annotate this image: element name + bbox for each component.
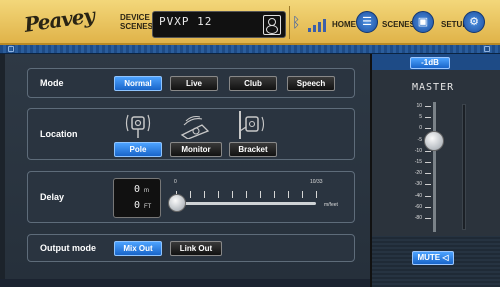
master-header: -1dB [372, 54, 500, 70]
master-fader-knob[interactable] [424, 131, 444, 151]
device-display[interactable]: PVXP 12 [152, 11, 286, 38]
device-scenes-label: DEVICE SCENES [120, 13, 153, 31]
master-scale-label: -20 [414, 170, 422, 177]
device-name: PVXP 12 [159, 15, 213, 28]
monitor-icon [180, 115, 210, 139]
speaker-icon [263, 15, 281, 35]
delay-section: Delay 0 m 0 FT 0 10/33 m/feet [27, 171, 355, 223]
location-pole-button[interactable]: Pole [114, 142, 162, 157]
mode-normal-button[interactable]: Normal [114, 76, 162, 91]
location-monitor-button[interactable]: Monitor [170, 142, 222, 157]
output-mode-section: Output mode Mix Out Link Out [27, 234, 355, 262]
home-icon[interactable]: ☰ [356, 11, 378, 33]
delay-tick [302, 191, 303, 198]
delay-tick [204, 191, 205, 198]
master-footer: MUTE ◁ [372, 236, 500, 287]
signal-strength-icon [308, 16, 330, 32]
mute-button[interactable]: MUTE ◁ [412, 251, 454, 265]
level-meter [462, 104, 466, 230]
delay-readout: 0 m 0 FT [113, 178, 161, 218]
delay-feet-unit: FT [144, 204, 152, 210]
master-scale-label: -5 [417, 136, 422, 143]
peavey-logo: Peavey [22, 3, 96, 37]
delay-tick [288, 191, 289, 198]
top-header: Peavey DEVICE SCENES PVXP 12 ᛒ HOME ☰ SC… [0, 0, 500, 45]
bottom-strip [0, 279, 370, 287]
delay-min-label: 0 [174, 179, 177, 185]
master-fader-track[interactable] [433, 102, 436, 232]
header-accent-strip [0, 45, 500, 54]
delay-tick [246, 191, 247, 198]
mix-out-button[interactable]: Mix Out [114, 241, 162, 256]
location-section: Location Pole Monitor Bracket [27, 108, 355, 160]
bluetooth-icon[interactable]: ᛒ [292, 14, 300, 30]
delay-tick [260, 191, 261, 198]
master-scale-label: -30 [414, 181, 422, 188]
location-label: Location [40, 129, 78, 139]
master-scale-label: -15 [414, 159, 422, 165]
master-scale-tick [425, 162, 431, 163]
master-scale-tick [425, 150, 431, 152]
scenes-icon[interactable]: ▣ [412, 11, 434, 33]
delay-tick [274, 191, 275, 198]
delay-slider-knob[interactable] [168, 194, 186, 212]
delay-slider-track[interactable] [176, 202, 316, 205]
master-title: MASTER [412, 82, 455, 93]
master-scale-label: -10 [414, 147, 422, 154]
delay-tick [232, 191, 233, 198]
mode-label: Mode [40, 78, 64, 88]
mode-section: Mode Normal Live Club Speech [27, 68, 355, 98]
speaker-mute-icon: ◁ [442, 253, 449, 262]
delay-label: Delay [40, 192, 65, 202]
delay-tick [190, 191, 191, 198]
settings-panel: Mode Normal Live Club Speech Location Po… [0, 54, 370, 279]
gear-icon[interactable]: ⚙ [463, 11, 485, 33]
master-scale-label: 10 [416, 103, 422, 109]
master-scale-tick [425, 206, 431, 208]
mute-label: MUTE [417, 253, 441, 262]
master-scale-label: -40 [414, 192, 422, 199]
master-scale-label: -60 [414, 203, 422, 210]
link-out-button[interactable]: Link Out [170, 241, 222, 256]
small-panel-icon [8, 46, 14, 52]
delay-feet-value: 0 [134, 200, 141, 211]
master-scale-tick [425, 173, 431, 175]
pole-icon [125, 114, 151, 138]
bracket-icon [239, 111, 265, 139]
master-scale-label: -80 [414, 215, 422, 221]
mode-club-button[interactable]: Club [229, 76, 277, 91]
delay-max-label: 10/33 [310, 179, 323, 185]
mode-speech-button[interactable]: Speech [287, 76, 335, 91]
header-divider [289, 6, 290, 39]
delay-tick [316, 191, 317, 198]
master-scale-tick [425, 117, 431, 119]
master-scale-label: 5 [419, 114, 422, 121]
location-bracket-button[interactable]: Bracket [229, 142, 277, 157]
home-label[interactable]: HOME [332, 20, 356, 29]
mode-live-button[interactable]: Live [170, 76, 218, 91]
delay-meters-unit: m [144, 188, 149, 194]
delay-tick [218, 191, 219, 198]
delay-unit-label: m/feet [324, 202, 338, 208]
delay-meters-value: 0 [134, 184, 141, 195]
master-scale-tick [425, 195, 431, 197]
master-scale-tick [425, 106, 431, 107]
master-scale-tick [425, 218, 431, 219]
master-scale-tick [425, 128, 431, 130]
scenes-label[interactable]: SCENES [382, 20, 415, 29]
output-mode-label: Output mode [40, 243, 96, 253]
master-scale-tick [425, 184, 431, 186]
master-scale-label: 0 [419, 125, 422, 132]
master-panel: -1dB MASTER 10 5 0 -5 -10 -15 -20 -30 -40 -60 -80 … [370, 54, 500, 287]
small-panel-icon [484, 46, 490, 52]
master-level-display: -1dB [410, 57, 450, 69]
